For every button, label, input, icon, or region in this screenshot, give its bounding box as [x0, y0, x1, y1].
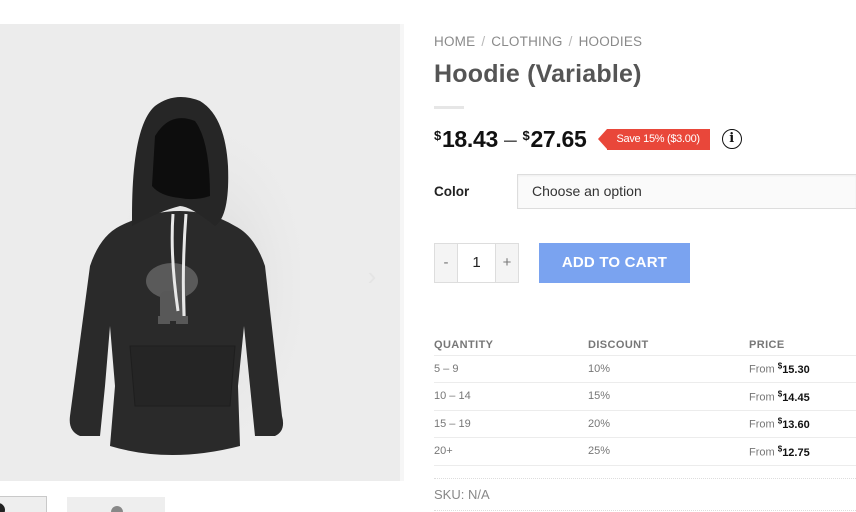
- price-value: 14.45: [782, 391, 810, 404]
- table-row: 5 – 9 10% From $15.30: [434, 355, 856, 383]
- breadcrumb-separator: /: [568, 34, 573, 49]
- meta-divider: [434, 510, 856, 511]
- sku-label: SKU:: [434, 487, 465, 502]
- add-to-cart-button[interactable]: ADD TO CART: [539, 243, 690, 283]
- table-row: 20+ 25% From $12.75: [434, 437, 856, 466]
- quantity-stepper: - 1 +: [434, 243, 519, 283]
- discount-cell: 20%: [588, 410, 749, 438]
- price-value: 12.75: [782, 446, 810, 459]
- header-discount: DISCOUNT: [588, 332, 749, 356]
- quantity-cell: 15 – 19: [434, 410, 588, 438]
- discount-cell: 10%: [588, 355, 749, 383]
- quantity-cell: 5 – 9: [434, 355, 588, 383]
- price-value: 13.60: [782, 419, 810, 432]
- currency-symbol: $: [434, 127, 441, 143]
- table-row: 10 – 14 15% From $14.45: [434, 382, 856, 411]
- price-min: 18.43: [441, 125, 498, 152]
- discount-cell: 15%: [588, 382, 749, 411]
- thumbnail-hoodie-image: [0, 503, 5, 512]
- price-row: $18.43– $27.65 Save 15% ($3.00) i: [434, 121, 856, 157]
- price-cell: From $12.75: [749, 437, 856, 466]
- quantity-cell: 20+: [434, 437, 588, 466]
- product-title: Hoodie (Variable): [434, 60, 642, 88]
- quantity-cell: 10 – 14: [434, 382, 588, 411]
- product-summary: HOME / CLOTHING / HOODIES Hoodie (Variable) …: [434, 30, 856, 283]
- gallery-thumbnails: [0, 496, 404, 512]
- bulk-discount-table: QUANTITY DISCOUNT PRICE 5 – 9 10% From $…: [434, 332, 856, 466]
- quantity-input[interactable]: 1: [457, 244, 496, 282]
- quantity-increase-button[interactable]: +: [496, 244, 518, 282]
- price-max: 27.65: [530, 125, 587, 152]
- color-select[interactable]: Choose an option: [517, 173, 856, 209]
- from-label: From: [749, 391, 775, 404]
- breadcrumb-home[interactable]: HOME: [434, 34, 475, 49]
- cart-row: - 1 + ADD TO CART: [434, 243, 856, 283]
- breadcrumb-clothing[interactable]: CLOTHING: [491, 34, 562, 49]
- thumbnail-1[interactable]: [0, 496, 47, 512]
- header-quantity: QUANTITY: [434, 332, 588, 356]
- save-badge: Save 15% ($3.00): [597, 128, 710, 150]
- price-cell: From $15.30: [749, 355, 856, 383]
- price-cell: From $14.45: [749, 382, 856, 411]
- from-label: From: [749, 446, 775, 459]
- breadcrumb-hoodies[interactable]: HOODIES: [579, 34, 643, 49]
- sku-value: N/A: [467, 487, 490, 502]
- table-header-row: QUANTITY DISCOUNT PRICE: [434, 332, 856, 356]
- meta-divider: [434, 478, 856, 479]
- color-label: Color: [434, 183, 470, 199]
- gallery-next-arrow[interactable]: ›: [362, 262, 382, 290]
- price-cell: From $13.60: [749, 410, 856, 438]
- hoodie-product-image: [69, 97, 300, 466]
- variation-row: Color Choose an option: [434, 173, 856, 209]
- breadcrumb: HOME / CLOTHING / HOODIES: [434, 30, 856, 54]
- from-label: From: [749, 364, 775, 377]
- table-row: 15 – 19 20% From $13.60: [434, 410, 856, 438]
- thumbnail-hoodie-image: [111, 506, 123, 512]
- price-dash: –: [504, 125, 517, 152]
- gallery-edge: [400, 24, 404, 481]
- from-label: From: [749, 419, 775, 432]
- price-value: 15.30: [782, 364, 810, 377]
- discount-cell: 25%: [588, 437, 749, 466]
- header-price: PRICE: [749, 332, 856, 356]
- info-icon[interactable]: i: [721, 129, 742, 149]
- currency-symbol: $: [522, 127, 530, 143]
- quantity-decrease-button[interactable]: -: [435, 244, 457, 282]
- breadcrumb-separator: /: [481, 34, 486, 49]
- thumbnail-2[interactable]: [67, 497, 165, 512]
- sku: SKU: N/A: [434, 487, 490, 502]
- product-image-gallery[interactable]: ›: [0, 24, 404, 481]
- price-range: $18.43– $27.65: [434, 126, 587, 153]
- title-divider: [434, 106, 464, 109]
